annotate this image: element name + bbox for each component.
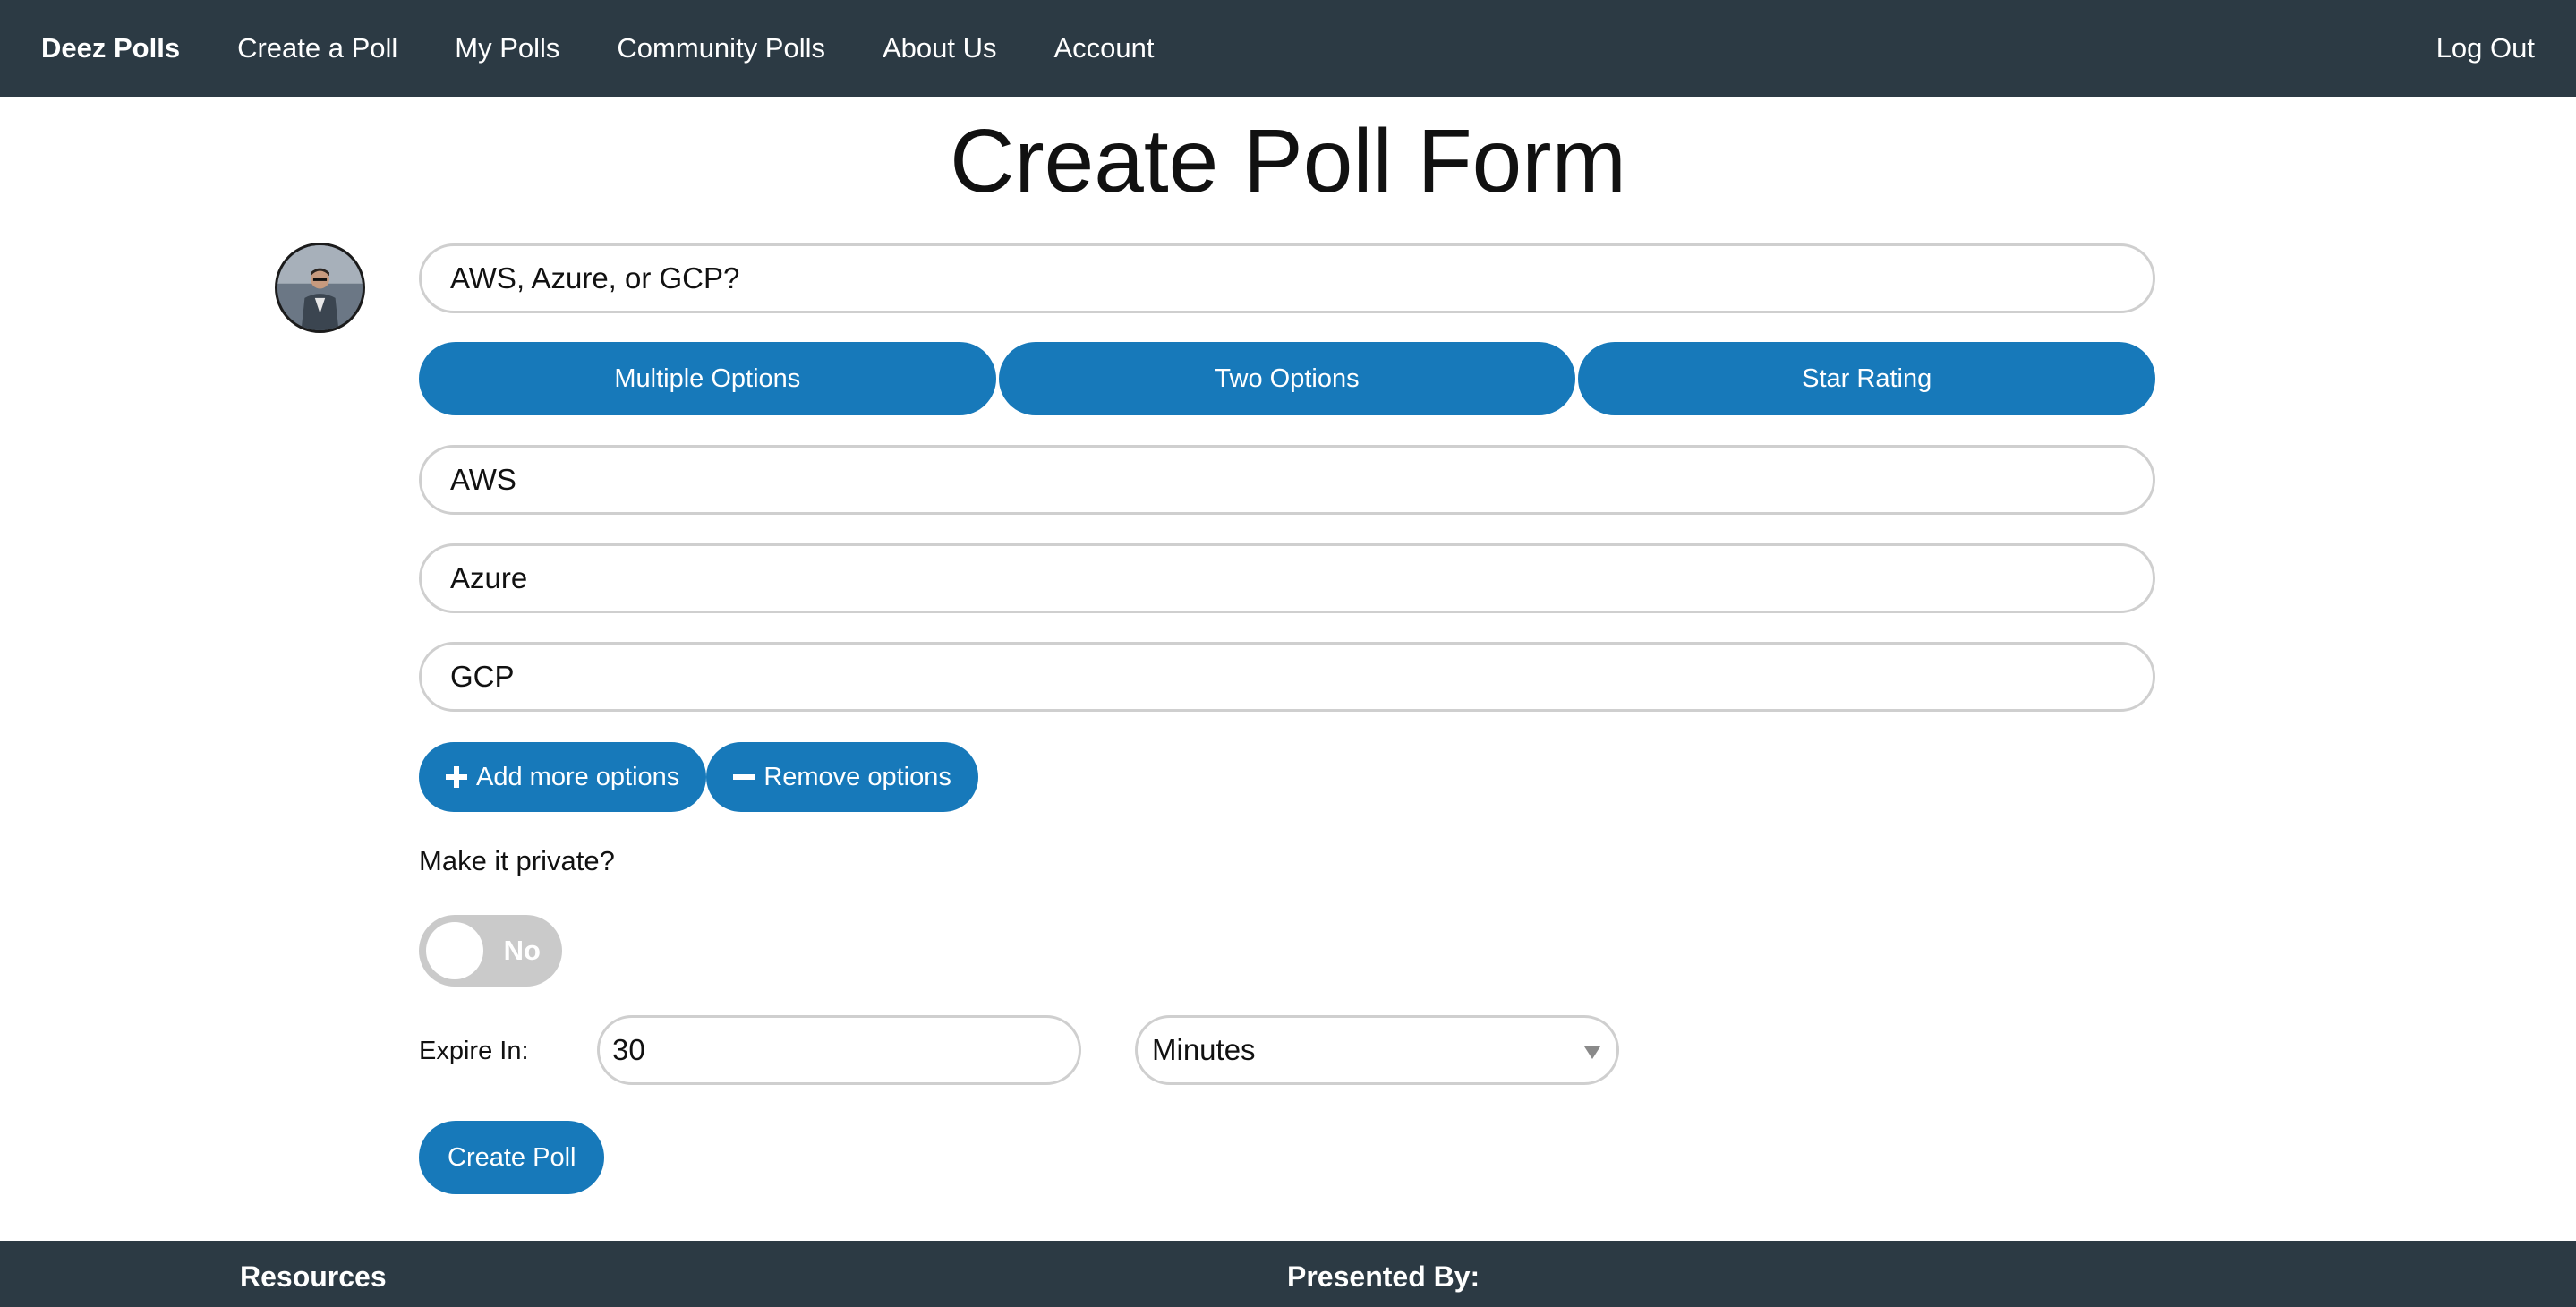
private-toggle[interactable]: No [419,915,562,987]
footer-presented-by-heading: Presented By: [1287,1260,1480,1293]
poll-type-selector: Multiple Options Two Options Star Rating [419,342,2156,415]
remove-options-button[interactable]: Remove options [706,742,978,812]
option-actions: Add more options Remove options [419,742,978,812]
page-title: Create Poll Form [950,111,1626,211]
top-navbar: Deez Polls Create a Poll My Polls Commun… [0,0,2576,97]
nav-community-polls[interactable]: Community Polls [617,32,825,64]
nav-log-out[interactable]: Log Out [2436,32,2535,64]
private-label: Make it private? [419,845,615,876]
expire-label: Expire In: [419,1037,529,1065]
expire-value-input[interactable] [597,1015,1081,1085]
footer-resources-heading: Resources [240,1260,387,1293]
brand-logo-link[interactable]: Deez Polls [41,32,180,64]
minus-icon [733,766,755,788]
multiple-options-button[interactable]: Multiple Options [419,342,996,415]
add-options-button[interactable]: Add more options [419,742,707,812]
expire-unit-value: Minutes [1152,1033,1256,1066]
nav-account[interactable]: Account [1054,32,1155,64]
nav-create-poll[interactable]: Create a Poll [237,32,397,64]
footer: Resources Presented By: [0,1241,2576,1307]
option-input-2[interactable] [419,543,2155,613]
two-options-button[interactable]: Two Options [998,342,1576,415]
toggle-state-text: No [503,935,541,966]
expire-unit-select[interactable]: Minutes [1135,1015,1619,1085]
create-poll-button[interactable]: Create Poll [419,1121,605,1194]
nav-my-polls[interactable]: My Polls [455,32,559,64]
poll-question-input[interactable] [419,243,2155,313]
nav-about-us[interactable]: About Us [883,32,997,64]
star-rating-button[interactable]: Star Rating [1578,342,2156,415]
option-input-3[interactable] [419,642,2155,712]
option-input-1[interactable] [419,445,2155,515]
person-icon [277,245,363,330]
add-options-label: Add more options [476,762,680,791]
remove-options-label: Remove options [763,762,951,791]
toggle-knob [426,922,483,979]
chevron-down-icon [1584,1046,1600,1059]
user-avatar-icon [275,243,365,333]
plus-icon [446,766,467,788]
